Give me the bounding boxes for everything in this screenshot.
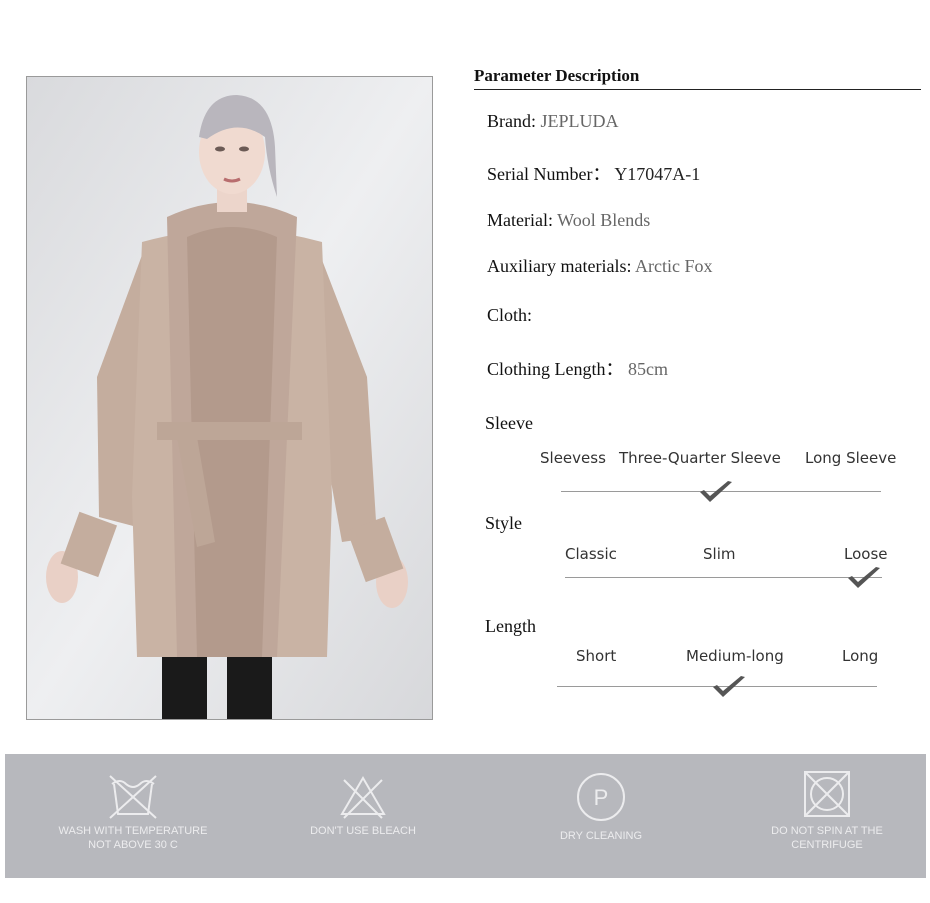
dry-clean-symbol: P (594, 785, 609, 810)
wash-30-icon (109, 775, 157, 819)
no-tumble-dry-icon (804, 771, 850, 817)
param-auxiliary: Auxiliary materials: Arctic Fox (487, 256, 712, 277)
care-item-bleach: DON'T USE BLEACH (273, 754, 453, 878)
style-option-classic: Classic (565, 545, 617, 563)
length-scale-title: Length (485, 616, 536, 636)
param-cloth: Cloth: (487, 305, 532, 326)
sleeve-option-long: Long Sleeve (805, 449, 897, 467)
dry-clean-icon: P (577, 773, 625, 821)
sleeve-option-three-quarter: Three-Quarter Sleeve (619, 449, 781, 467)
param-material-value: Wool Blends (557, 210, 651, 230)
param-length-label: Clothing Length： (487, 359, 624, 379)
style-option-slim: Slim (703, 545, 736, 563)
param-auxiliary-value: Arctic Fox (634, 256, 713, 276)
care-spin-label-1: DO NOT SPIN AT THE (771, 825, 883, 837)
heading-divider (474, 89, 921, 90)
care-item-dry-clean: P DRY CLEANING (511, 754, 691, 878)
no-bleach-icon (340, 776, 386, 819)
style-scale-line (565, 577, 882, 578)
param-clothing-length: Clothing Length： 85cm (487, 355, 668, 381)
param-auxiliary-label: Auxiliary materials: (487, 256, 632, 276)
length-option-medium-long: Medium-long (686, 647, 784, 665)
care-dry-clean-label: DRY CLEANING (559, 830, 643, 842)
param-brand-value: JEPLUDA (540, 111, 619, 131)
care-bleach-label: DON'T USE BLEACH (310, 825, 416, 837)
section-heading: Parameter Description (474, 66, 640, 85)
param-length-value: 85cm (628, 359, 668, 379)
care-instructions-band: WASH WITH TEMPERATURE NOT ABOVE 30 C DON… (5, 754, 926, 878)
sleeve-scale-title: Sleeve (485, 413, 533, 433)
care-item-wash: WASH WITH TEMPERATURE NOT ABOVE 30 C (43, 754, 223, 878)
param-serial: Serial Number： Y17047A-1 (487, 160, 700, 186)
param-serial-label: Serial Number： (487, 164, 611, 184)
style-option-loose: Loose (844, 545, 888, 563)
style-scale-title: Style (485, 513, 523, 533)
length-option-long: Long (842, 647, 879, 665)
care-wash-label-2: NOT ABOVE 30 C (88, 839, 178, 851)
length-check-icon (713, 676, 745, 697)
care-item-spin: DO NOT SPIN AT THE CENTRIFUGE (737, 754, 917, 878)
style-check-icon (848, 567, 880, 588)
param-brand: Brand: JEPLUDA (487, 111, 619, 132)
sleeve-option-sleeveless: Sleevess (540, 449, 606, 467)
param-material-label: Material: (487, 210, 553, 230)
length-option-short: Short (576, 647, 617, 665)
param-cloth-label: Cloth: (487, 305, 533, 325)
care-spin-label-2: CENTRIFUGE (791, 839, 863, 851)
model-wearing-coat-image (27, 77, 432, 719)
param-brand-label: Brand: (487, 111, 536, 131)
care-wash-label-1: WASH WITH TEMPERATURE (58, 825, 208, 837)
param-material: Material: Wool Blends (487, 210, 650, 231)
product-photo (26, 76, 433, 720)
sleeve-check-icon (700, 481, 732, 502)
param-serial-value: Y17047A-1 (614, 164, 701, 184)
